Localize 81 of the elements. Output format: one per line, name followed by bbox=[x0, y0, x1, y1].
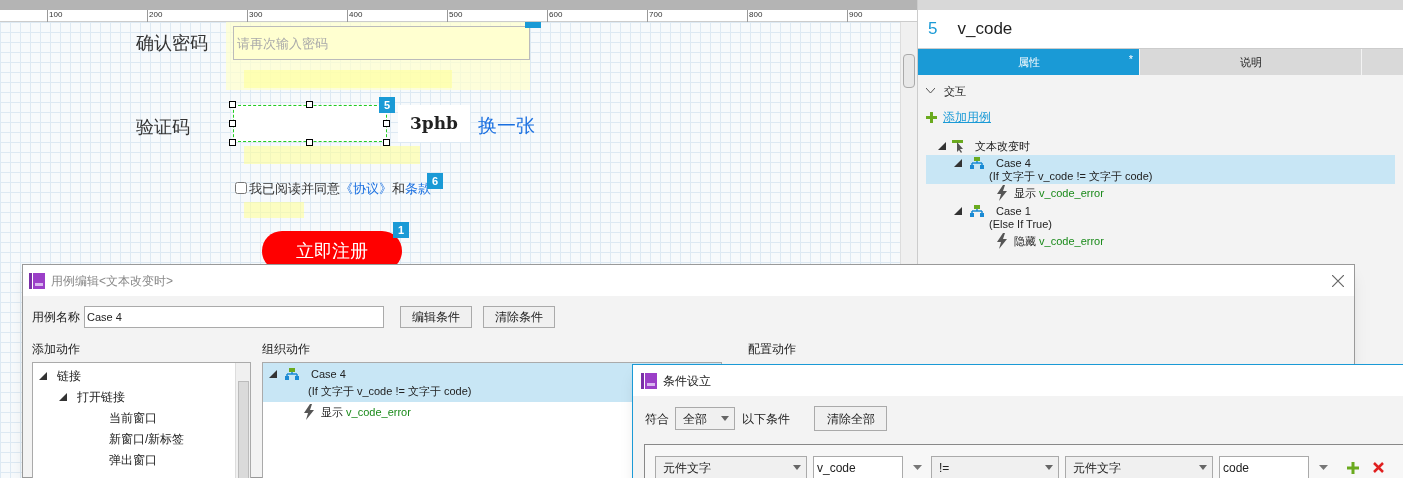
dropdown-arrow-icon[interactable] bbox=[1318, 465, 1328, 470]
dropdown-arrow-icon[interactable] bbox=[1199, 465, 1207, 470]
clear-all-button[interactable]: 清除全部 bbox=[814, 406, 887, 431]
tree-item[interactable]: 弹出窗口 bbox=[109, 450, 157, 469]
app-logo-icon bbox=[641, 372, 657, 389]
tree-item[interactable]: 链接 bbox=[57, 366, 81, 385]
action-text: 显示 v_code_error bbox=[321, 404, 411, 420]
expand-triangle-icon[interactable] bbox=[59, 392, 67, 401]
case-row[interactable]: Case 4 (If 文字于 v_code != 文字于 code) bbox=[926, 155, 1395, 184]
case-condition: (If 文字于 v_code != 文字于 code) bbox=[308, 383, 472, 399]
agreement-text: 和 bbox=[392, 180, 405, 198]
section-label: 配置动作 bbox=[748, 341, 796, 358]
case-condition: (Else If True) bbox=[988, 217, 1053, 231]
refresh-link[interactable]: 换一张 bbox=[478, 112, 535, 141]
close-icon[interactable] bbox=[1332, 274, 1344, 287]
expand-triangle-icon[interactable] bbox=[954, 206, 962, 215]
cursor-icon bbox=[952, 139, 965, 153]
field-label: 确认密码 bbox=[136, 32, 208, 55]
agreement-link[interactable]: 《协议》 bbox=[340, 179, 392, 199]
action-text: 隐藏 v_code_error bbox=[1014, 234, 1104, 248]
section-label: 组织动作 bbox=[262, 341, 310, 358]
dialog-title: 条件设立 bbox=[663, 372, 711, 390]
password-confirm-field[interactable]: 请再次输入密码 bbox=[233, 26, 530, 60]
condition-type-dropdown[interactable]: 元件文字 bbox=[655, 456, 807, 478]
tab[interactable]: 说明 bbox=[1140, 49, 1361, 75]
case-icon bbox=[970, 204, 984, 217]
widget-name-field[interactable]: code bbox=[1219, 456, 1309, 478]
tree-item[interactable]: 打开链接 bbox=[77, 387, 125, 406]
dropdown-arrow-icon[interactable] bbox=[721, 416, 729, 421]
dialog-title: 用例编辑<文本改变时> bbox=[51, 272, 173, 290]
tree-item[interactable]: 新窗口/新标签 bbox=[109, 429, 185, 448]
lightning-icon bbox=[996, 233, 1008, 249]
dropdown-arrow-icon[interactable] bbox=[1045, 465, 1053, 470]
expand-triangle-icon[interactable] bbox=[39, 371, 47, 380]
scrollbar[interactable] bbox=[235, 363, 250, 478]
section-title: 交互 bbox=[944, 84, 966, 98]
chevron-icon[interactable] bbox=[926, 88, 935, 94]
add-icon[interactable] bbox=[1347, 461, 1359, 474]
delete-icon[interactable] bbox=[1373, 462, 1384, 473]
event-label: 文本改变时 bbox=[975, 139, 1030, 153]
case-condition: (If 文字于 v_code != 文字于 code) bbox=[988, 169, 1154, 183]
modified-mark: * bbox=[1128, 52, 1133, 67]
field-label: 以下条件 bbox=[742, 410, 790, 428]
case-name-field[interactable]: Case 4 bbox=[84, 305, 384, 328]
widget-number: 5 bbox=[928, 18, 938, 41]
field-label: 用例名称 bbox=[32, 308, 80, 326]
match-dropdown[interactable]: 全部 bbox=[675, 407, 735, 430]
section-label: 添加动作 bbox=[32, 341, 80, 358]
condition-type-dropdown[interactable]: 元件文字 bbox=[1065, 456, 1213, 478]
field-label: 符合 bbox=[645, 410, 669, 428]
agreement-text: 我已阅读并同意 bbox=[249, 180, 340, 198]
widget-name-field[interactable]: v_code bbox=[813, 456, 903, 478]
badge: 1 bbox=[393, 222, 409, 238]
case-icon bbox=[970, 156, 984, 169]
dialog-button[interactable]: 编辑条件 bbox=[400, 305, 472, 328]
captcha-image: 3phb bbox=[398, 105, 470, 142]
lightning-icon bbox=[996, 185, 1008, 201]
scrollbar-thumb[interactable] bbox=[238, 381, 249, 478]
dialog-button[interactable]: 清除条件 bbox=[483, 305, 555, 328]
widget-name: v_code bbox=[957, 18, 1013, 41]
badge: 5 bbox=[379, 97, 395, 113]
tree-item[interactable]: 当前窗口 bbox=[109, 408, 157, 427]
case-name: Case 4 bbox=[311, 367, 346, 382]
code-input-field[interactable] bbox=[229, 101, 391, 146]
dropdown-arrow-icon[interactable] bbox=[793, 465, 801, 470]
case-name: Case 4 bbox=[996, 155, 1031, 170]
badge: 6 bbox=[427, 173, 443, 189]
note-highlight bbox=[244, 202, 304, 218]
case-row[interactable]: Case 1 (Else If True) bbox=[926, 203, 1395, 232]
action-text: 显示 v_code_error bbox=[1014, 186, 1104, 200]
field-label: 验证码 bbox=[136, 116, 190, 139]
plus-icon[interactable] bbox=[926, 111, 937, 123]
scrollbar-thumb[interactable] bbox=[903, 54, 915, 88]
lightning-icon bbox=[303, 404, 315, 420]
operator-dropdown[interactable]: != bbox=[931, 456, 1059, 478]
case-name: Case 1 bbox=[996, 203, 1031, 218]
app-logo-icon bbox=[29, 272, 45, 289]
checkbox[interactable] bbox=[235, 182, 247, 194]
dropdown-arrow-icon[interactable] bbox=[912, 465, 922, 470]
case-icon bbox=[285, 368, 299, 381]
expand-triangle-icon[interactable] bbox=[269, 370, 277, 379]
